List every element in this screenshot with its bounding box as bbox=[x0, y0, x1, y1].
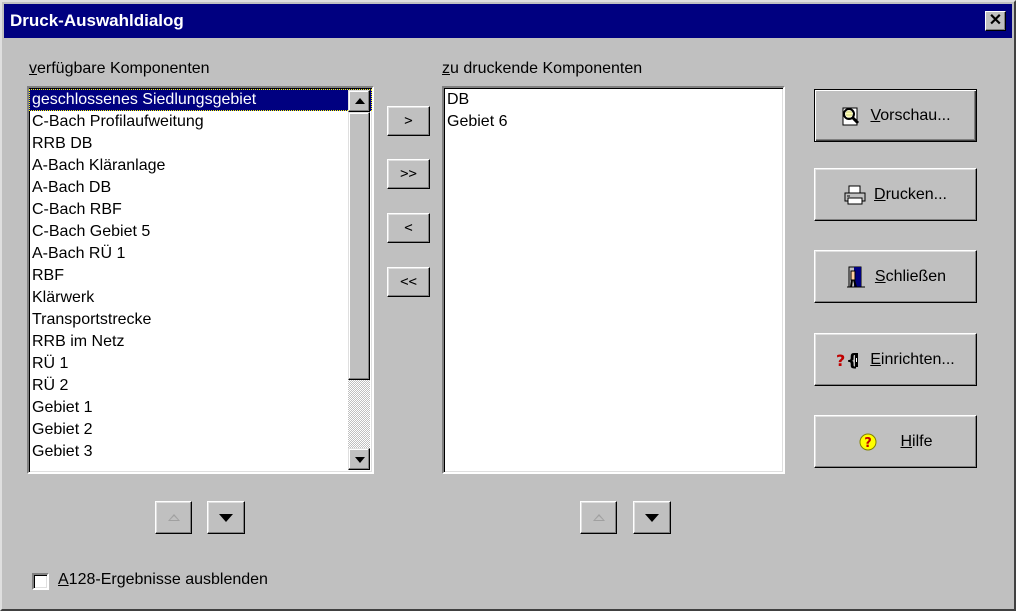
list-item[interactable]: Gebiet 6 bbox=[444, 111, 783, 133]
arrow-up-icon bbox=[355, 98, 365, 104]
list-item[interactable]: A-Bach DB bbox=[29, 177, 372, 199]
setup-icon: ? { bbox=[836, 351, 858, 371]
arrow-down-icon bbox=[645, 513, 659, 522]
svg-text:?: ? bbox=[865, 436, 873, 451]
move-up-button-left[interactable] bbox=[155, 501, 192, 534]
arrow-down-icon bbox=[219, 513, 233, 522]
move-down-button-left[interactable] bbox=[207, 501, 245, 534]
list-item[interactable]: Gebiet 1 bbox=[29, 397, 372, 419]
list-item[interactable]: geschlossenes Siedlungsgebiet bbox=[29, 89, 372, 111]
help-icon: ? bbox=[859, 433, 877, 451]
close-window-button[interactable]: ✕ bbox=[985, 11, 1006, 31]
print-button[interactable]: Drucken... bbox=[814, 168, 977, 221]
list-item[interactable]: Klärwerk bbox=[29, 287, 372, 309]
preview-button[interactable]: Vorschau... bbox=[814, 89, 977, 142]
to-print-components-label: zu druckende Komponenten bbox=[442, 60, 643, 77]
list-item[interactable]: RRB im Netz bbox=[29, 331, 372, 353]
print-selection-dialog: Druck-Auswahldialog ✕ verfügbare Kompone… bbox=[0, 0, 1016, 611]
list-item[interactable]: Gebiet 3 bbox=[29, 441, 372, 463]
title-bar[interactable]: Druck-Auswahldialog ✕ bbox=[4, 4, 1012, 38]
available-components-list[interactable]: geschlossenes Siedlungsgebiet C-Bach Prof… bbox=[27, 86, 374, 474]
hide-a128-results-label[interactable]: A128-Ergebnisse ausblenden bbox=[58, 571, 268, 589]
list-item[interactable]: C-Bach RBF bbox=[29, 199, 372, 221]
list-item[interactable]: A-Bach RÜ 1 bbox=[29, 243, 372, 265]
help-button[interactable]: ? Hilfe bbox=[814, 415, 977, 468]
door-exit-icon bbox=[846, 266, 865, 287]
arrow-up-icon bbox=[167, 514, 180, 521]
scroll-up-button[interactable] bbox=[348, 90, 370, 112]
setup-button[interactable]: ? { Einrichten... bbox=[814, 333, 977, 386]
close-icon: ✕ bbox=[988, 12, 1003, 29]
list-item[interactable]: RÜ 1 bbox=[29, 353, 372, 375]
preview-icon bbox=[842, 107, 860, 125]
to-print-components-list[interactable]: DB Gebiet 6 bbox=[442, 86, 785, 474]
remove-selected-button[interactable]: < bbox=[387, 213, 430, 243]
close-button[interactable]: Schließen bbox=[814, 250, 977, 303]
arrow-down-icon bbox=[355, 457, 365, 463]
remove-all-button[interactable]: << bbox=[387, 267, 430, 297]
available-list-scrollbar[interactable] bbox=[348, 90, 370, 470]
scroll-down-button[interactable] bbox=[348, 448, 370, 470]
available-components-label: verfügbare Komponenten bbox=[29, 60, 210, 77]
list-item[interactable]: C-Bach Profilaufweitung bbox=[29, 111, 372, 133]
scroll-thumb[interactable] bbox=[348, 112, 370, 380]
hide-a128-results-checkbox[interactable] bbox=[32, 573, 49, 590]
list-item[interactable]: RÜ 2 bbox=[29, 375, 372, 397]
list-item[interactable]: Gebiet 2 bbox=[29, 419, 372, 441]
move-up-button-right[interactable] bbox=[580, 501, 617, 534]
list-item[interactable]: DB bbox=[444, 89, 783, 111]
printer-icon bbox=[844, 185, 866, 204]
list-item[interactable]: C-Bach Gebiet 5 bbox=[29, 221, 372, 243]
arrow-up-icon bbox=[592, 514, 605, 521]
list-item[interactable]: RRB DB bbox=[29, 133, 372, 155]
list-item[interactable]: RBF bbox=[29, 265, 372, 287]
list-item[interactable]: A-Bach Kläranlage bbox=[29, 155, 372, 177]
list-item[interactable]: Transportstrecke bbox=[29, 309, 372, 331]
move-down-button-right[interactable] bbox=[633, 501, 671, 534]
add-selected-button[interactable]: > bbox=[387, 106, 430, 136]
svg-text:?: ? bbox=[836, 351, 845, 370]
add-all-button[interactable]: >> bbox=[387, 159, 430, 189]
window-title: Druck-Auswahldialog bbox=[10, 11, 184, 30]
